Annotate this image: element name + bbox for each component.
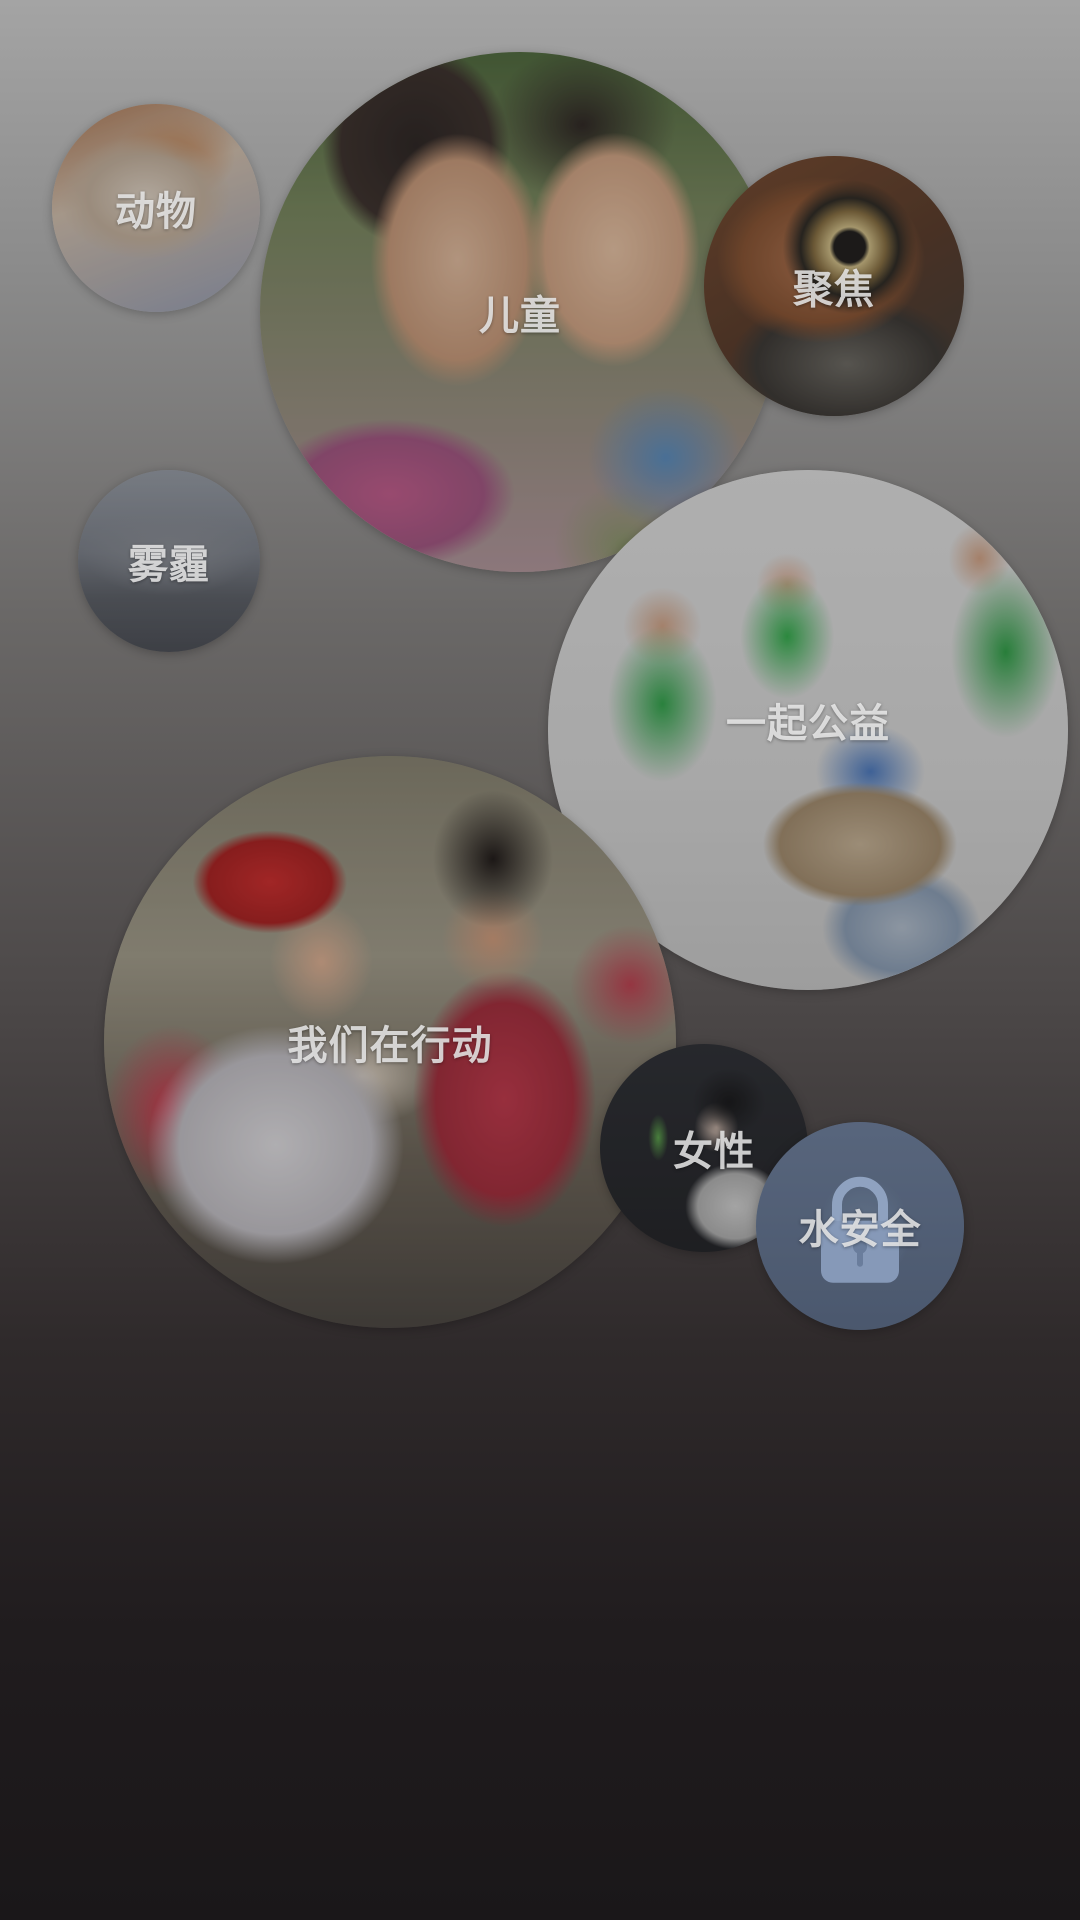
category-label-children: 儿童 xyxy=(479,293,561,339)
category-bubble-animal[interactable]: 动物 xyxy=(52,104,260,312)
category-bubble-water[interactable]: 水安全 xyxy=(756,1122,964,1330)
category-label-women: 女性 xyxy=(673,1129,755,1175)
category-bubble-focus[interactable]: 聚焦 xyxy=(704,156,964,416)
category-bubble-screen: 动物 儿童 聚焦 雾霾 一起公益 我们在行动 女性 水安全 xyxy=(0,0,1080,1920)
category-label-action: 我们在行动 xyxy=(287,1023,493,1069)
category-label-animal: 动物 xyxy=(115,189,197,235)
category-label-charity: 一起公益 xyxy=(726,701,890,747)
category-label-focus: 聚焦 xyxy=(793,267,875,313)
category-label-water: 水安全 xyxy=(798,1207,922,1253)
category-bubble-haze[interactable]: 雾霾 xyxy=(78,470,260,652)
category-bubble-action[interactable]: 我们在行动 xyxy=(104,756,676,1328)
category-label-haze: 雾霾 xyxy=(128,542,210,588)
